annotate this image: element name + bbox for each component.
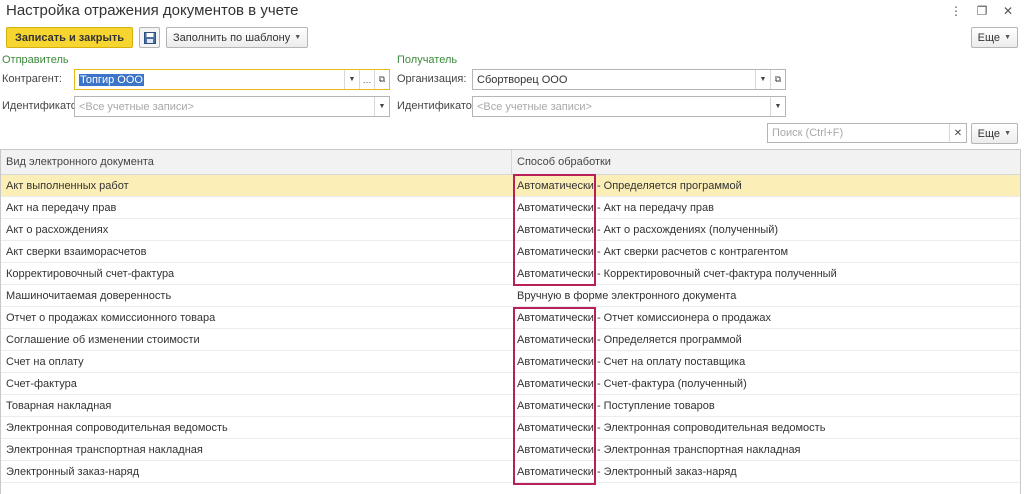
contractor-value[interactable]: Топгир ООО xyxy=(75,70,344,89)
document-type-cell: Корректировочный счет-фактура xyxy=(6,267,175,280)
processing-method-cell: Автоматически - Электронный заказ-наряд xyxy=(517,465,737,478)
organization-value[interactable]: Сбортворец ООО xyxy=(473,70,755,89)
table-row[interactable]: Акт сверки взаиморасчетов Автоматически -… xyxy=(1,241,1020,263)
table-row[interactable]: Акт выполненных работ Автоматически - Опр… xyxy=(1,175,1020,197)
window-controls: ⋮ ❐ ✕ xyxy=(950,4,1014,18)
restore-window-icon[interactable]: ❐ xyxy=(976,4,988,18)
chevron-down-icon[interactable]: ▼ xyxy=(770,97,785,116)
chevron-down-icon: ▼ xyxy=(1004,34,1011,41)
table-header: Вид электронного документа Способ обрабо… xyxy=(1,150,1020,175)
table-row[interactable]: Электронная транспортная накладная Автома… xyxy=(1,439,1020,461)
document-type-cell: Электронная сопроводительная ведомость xyxy=(6,421,228,434)
processing-method-cell: Автоматически - Счет-фактура (полученный… xyxy=(517,377,747,390)
table-row[interactable]: Акт на передачу прав Автоматически - Акт … xyxy=(1,197,1020,219)
table-row[interactable]: Товарная накладная Автоматически - Поступ… xyxy=(1,395,1020,417)
document-type-cell: Отчет о продажах комиссионного товара xyxy=(6,311,216,324)
open-link-icon[interactable]: ⧉ xyxy=(770,70,785,89)
column-header-processing-method[interactable]: Способ обработки xyxy=(512,150,1020,174)
table-row[interactable]: Счет на оплату Автоматически - Счет на оп… xyxy=(1,351,1020,373)
search-input[interactable]: Поиск (Ctrl+F) ✕ xyxy=(767,123,967,143)
processing-method-cell: Автоматически - Электронная транспортная… xyxy=(517,443,801,456)
sender-identifier-placeholder: <Все учетные записи> xyxy=(79,100,194,113)
document-type-cell: Акт на передачу прав xyxy=(6,201,117,214)
chevron-down-icon[interactable]: ▼ xyxy=(374,97,389,116)
processing-method-cell: Автоматически - Определяется программой xyxy=(517,179,742,192)
document-type-cell: Акт выполненных работ xyxy=(6,179,129,192)
document-type-cell: Акт о расхождениях xyxy=(6,223,109,236)
fill-by-template-label: Заполнить по шаблону xyxy=(173,31,291,44)
processing-method-cell: Вручную в форме электронного документа xyxy=(517,289,737,302)
document-type-cell: Счет-фактура xyxy=(6,377,77,390)
recipient-identifier-label: Идентификатор: xyxy=(397,100,482,112)
table-body: Акт выполненных работ Автоматически - Опр… xyxy=(1,175,1020,483)
processing-method-cell: Автоматически - Поступление товаров xyxy=(517,399,715,412)
more-label: Еще xyxy=(977,31,1001,44)
more-button[interactable]: Еще ▼ xyxy=(970,27,1018,48)
processing-method-cell: Автоматически - Счет на оплату поставщик… xyxy=(517,355,746,368)
table-row[interactable]: Электронный заказ-наряд Автоматически - Э… xyxy=(1,461,1020,483)
table-more-button[interactable]: Еще ▼ xyxy=(970,123,1018,144)
column-header-document-type[interactable]: Вид электронного документа xyxy=(1,150,512,174)
more-vertical-icon[interactable]: ⋮ xyxy=(950,4,962,18)
page-title: Настройка отражения документов в учете xyxy=(6,2,299,19)
processing-method-cell: Автоматически - Отчет комиссионера о про… xyxy=(517,311,771,324)
processing-method-cell: Автоматически - Электронная сопроводител… xyxy=(517,421,826,434)
table-row[interactable]: Отчет о продажах комиссионного товара Авт… xyxy=(1,307,1020,329)
organization-label: Организация: xyxy=(397,73,467,85)
sender-identifier-field[interactable]: <Все учетные записи> ▼ xyxy=(74,96,390,117)
document-type-cell: Машиночитаемая доверенность xyxy=(6,289,172,302)
chevron-down-icon[interactable]: ▼ xyxy=(755,70,770,89)
save-and-close-button[interactable]: Записать и закрыть xyxy=(6,27,134,48)
processing-method-cell: Автоматически - Определяется программой xyxy=(517,333,742,346)
recipient-identifier-field[interactable]: <Все учетные записи> ▼ xyxy=(472,96,786,117)
clear-icon[interactable]: ✕ xyxy=(949,124,966,142)
table-row[interactable]: Корректировочный счет-фактура Автоматичес… xyxy=(1,263,1020,285)
table-row[interactable]: Соглашение об изменении стоимости Автомат… xyxy=(1,329,1020,351)
sender-section-title: Отправитель xyxy=(2,54,69,66)
recipient-section-title: Получатель xyxy=(397,54,458,66)
select-dots-icon[interactable]: … xyxy=(359,70,374,89)
toolbar: Записать и закрыть Заполнить по шаблону … xyxy=(6,27,309,48)
document-type-cell: Электронный заказ-наряд xyxy=(6,465,140,478)
search-placeholder[interactable]: Поиск (Ctrl+F) xyxy=(768,124,949,142)
documents-table: Вид электронного документа Способ обрабо… xyxy=(0,149,1021,494)
chevron-down-icon: ▼ xyxy=(294,34,302,41)
contractor-field[interactable]: Топгир ООО ▼ … ⧉ xyxy=(74,69,390,90)
processing-method-cell: Автоматически - Акт о расхождениях (полу… xyxy=(517,223,779,236)
processing-method-cell: Автоматически - Акт сверки расчетов с ко… xyxy=(517,245,789,258)
save-button[interactable] xyxy=(139,27,161,48)
processing-method-cell: Автоматически - Корректировочный счет-фа… xyxy=(517,267,837,280)
contractor-label: Контрагент: xyxy=(2,73,62,85)
fill-by-template-button[interactable]: Заполнить по шаблону ▼ xyxy=(166,27,309,48)
more-label: Еще xyxy=(977,127,1001,140)
table-row[interactable]: Машиночитаемая доверенность Вручную в фор… xyxy=(1,285,1020,307)
table-row[interactable]: Акт о расхождениях Автоматически - Акт о … xyxy=(1,219,1020,241)
open-link-icon[interactable]: ⧉ xyxy=(374,70,389,89)
organization-field[interactable]: Сбортворец ООО ▼ ⧉ xyxy=(472,69,786,90)
document-type-cell: Акт сверки взаиморасчетов xyxy=(6,245,147,258)
document-type-cell: Соглашение об изменении стоимости xyxy=(6,333,200,346)
document-type-cell: Товарная накладная xyxy=(6,399,112,412)
chevron-down-icon: ▼ xyxy=(1004,130,1011,137)
processing-method-cell: Автоматически - Акт на передачу прав xyxy=(517,201,714,214)
table-row[interactable]: Электронная сопроводительная ведомость Ав… xyxy=(1,417,1020,439)
chevron-down-icon[interactable]: ▼ xyxy=(344,70,359,89)
floppy-disk-icon xyxy=(143,31,156,44)
table-row[interactable]: Счет-фактура Автоматически - Счет-фактура… xyxy=(1,373,1020,395)
close-icon[interactable]: ✕ xyxy=(1002,4,1014,18)
recipient-identifier-placeholder: <Все учетные записи> xyxy=(477,100,592,113)
document-type-cell: Счет на оплату xyxy=(6,355,84,368)
document-type-cell: Электронная транспортная накладная xyxy=(6,443,203,456)
